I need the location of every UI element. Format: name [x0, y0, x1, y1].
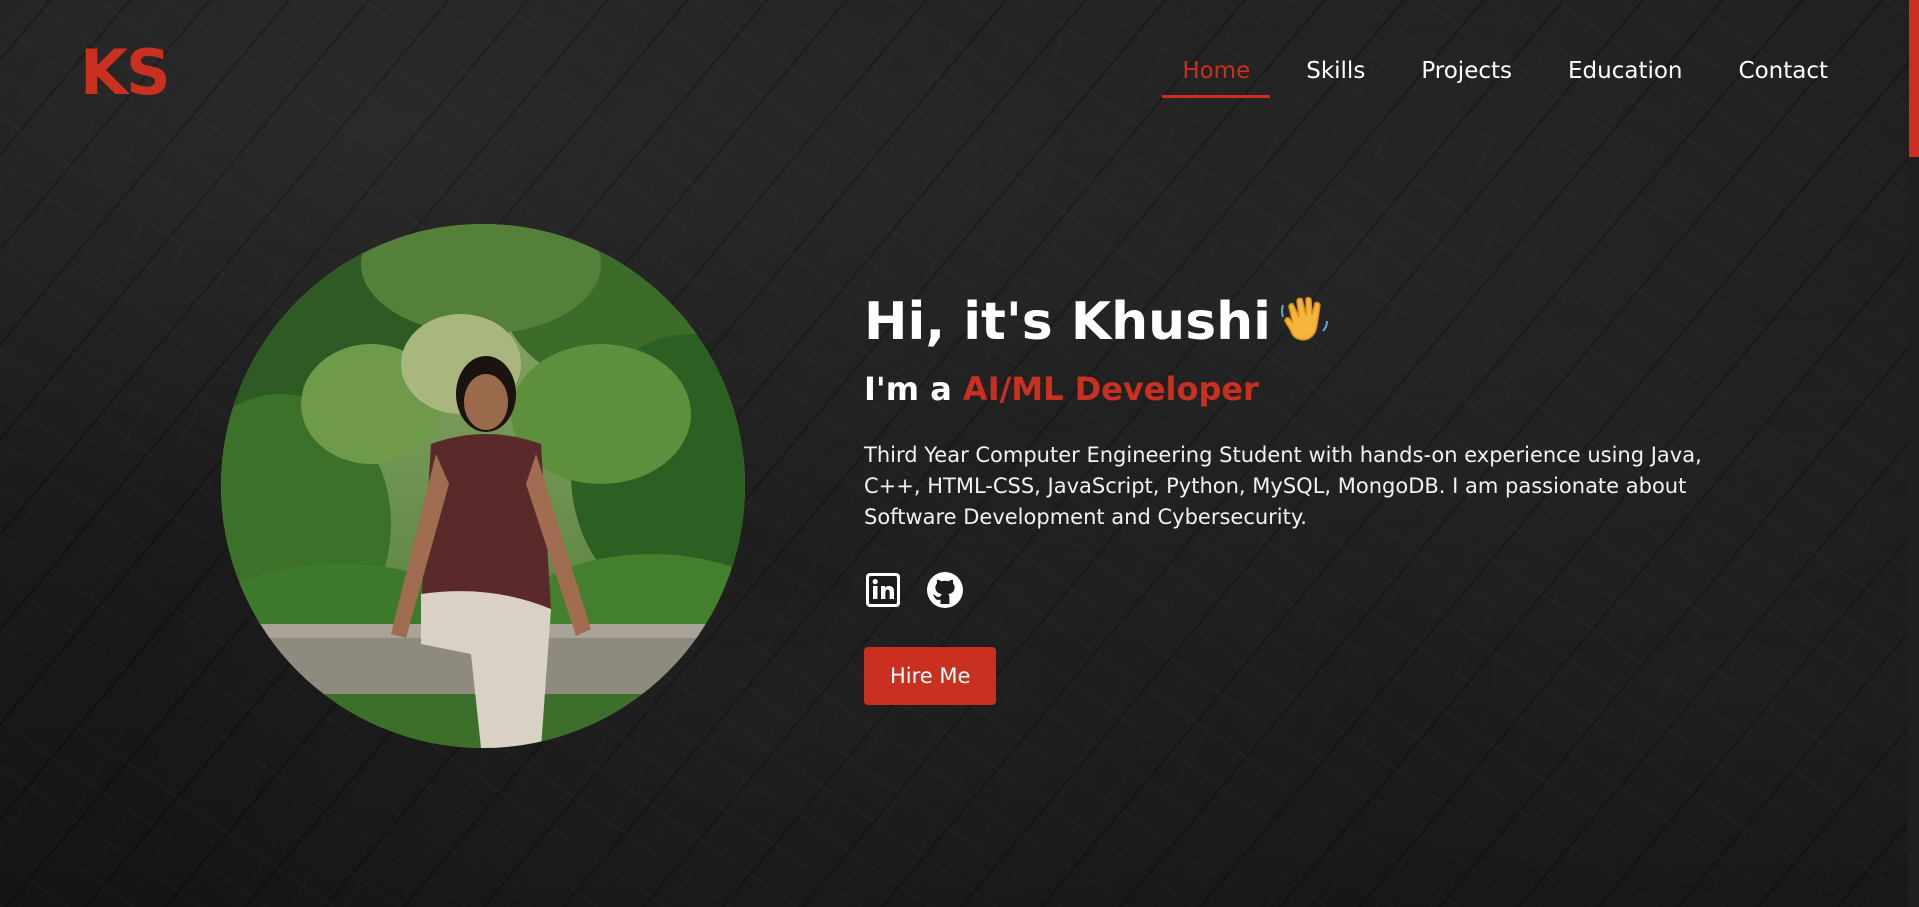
scrollbar[interactable] — [1908, 0, 1919, 907]
nav-skills[interactable]: Skills — [1278, 50, 1393, 98]
profile-photo — [221, 224, 745, 748]
nav-projects[interactable]: Projects — [1393, 50, 1540, 98]
hero-description: Third Year Computer Engineering Student … — [864, 443, 1702, 529]
site-logo[interactable]: KS — [80, 42, 171, 104]
role-prefix: I'm a — [864, 370, 963, 408]
hire-me-button[interactable]: Hire Me — [864, 647, 997, 705]
nav-home[interactable]: Home — [1154, 50, 1278, 98]
site-header: KS Home Skills Projects Education Contac… — [0, 0, 1908, 120]
nav-contact[interactable]: Contact — [1711, 50, 1856, 98]
social-links — [864, 571, 1724, 609]
scrollbar-thumb[interactable] — [1909, 0, 1919, 157]
nav-education[interactable]: Education — [1540, 50, 1711, 98]
hero-role: I'm a AI/ML Developer — [864, 368, 1724, 410]
linkedin-icon[interactable] — [864, 571, 902, 609]
hero-section: Hi, it's Khushi I'm a AI/ML Developer Th… — [864, 290, 1724, 705]
portfolio-page: KS Home Skills Projects Education Contac… — [0, 0, 1919, 907]
waving-hand-icon — [1279, 293, 1331, 360]
role-highlight: AI/ML Developer — [962, 370, 1259, 408]
github-icon[interactable] — [926, 571, 964, 609]
hero-greeting: Hi, it's Khushi — [864, 290, 1724, 360]
greeting-text: Hi, it's Khushi — [864, 292, 1271, 352]
main-nav: Home Skills Projects Education Contact — [1154, 50, 1856, 98]
